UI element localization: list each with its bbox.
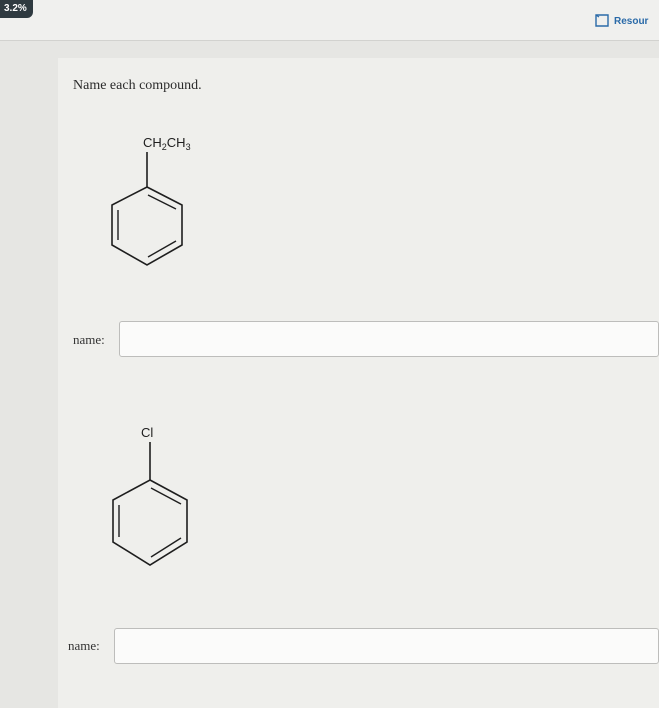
compound-1-double-bond: [147, 240, 177, 258]
resources-label: Resour: [614, 15, 649, 27]
compound-2-name-input[interactable]: [114, 628, 659, 664]
compound-2-structure: Cl: [112, 425, 188, 566]
resources-button[interactable]: Resour: [594, 10, 659, 32]
compound-1-name-input[interactable]: [119, 321, 659, 357]
compound-2-benzene-ring: [112, 479, 188, 566]
compound-2-name-label: name:: [68, 638, 100, 653]
compound-2-substituent-label: Cl: [141, 425, 153, 440]
bookmark-icon: [595, 14, 609, 27]
question-prompt: Name each compound.: [73, 78, 202, 93]
compound-1-double-bond: [147, 194, 177, 210]
top-bar: 3.2% Resour: [0, 0, 659, 41]
compound-1-name-label: name:: [73, 332, 105, 347]
compound-1-benzene-ring: [111, 186, 183, 266]
score-badge: 3.2%: [0, 0, 33, 18]
compound-1-structure: CH2CH3: [111, 135, 191, 266]
compound-2-double-bond: [150, 487, 182, 505]
compound-1-substituent-label: CH2CH3: [143, 135, 191, 152]
